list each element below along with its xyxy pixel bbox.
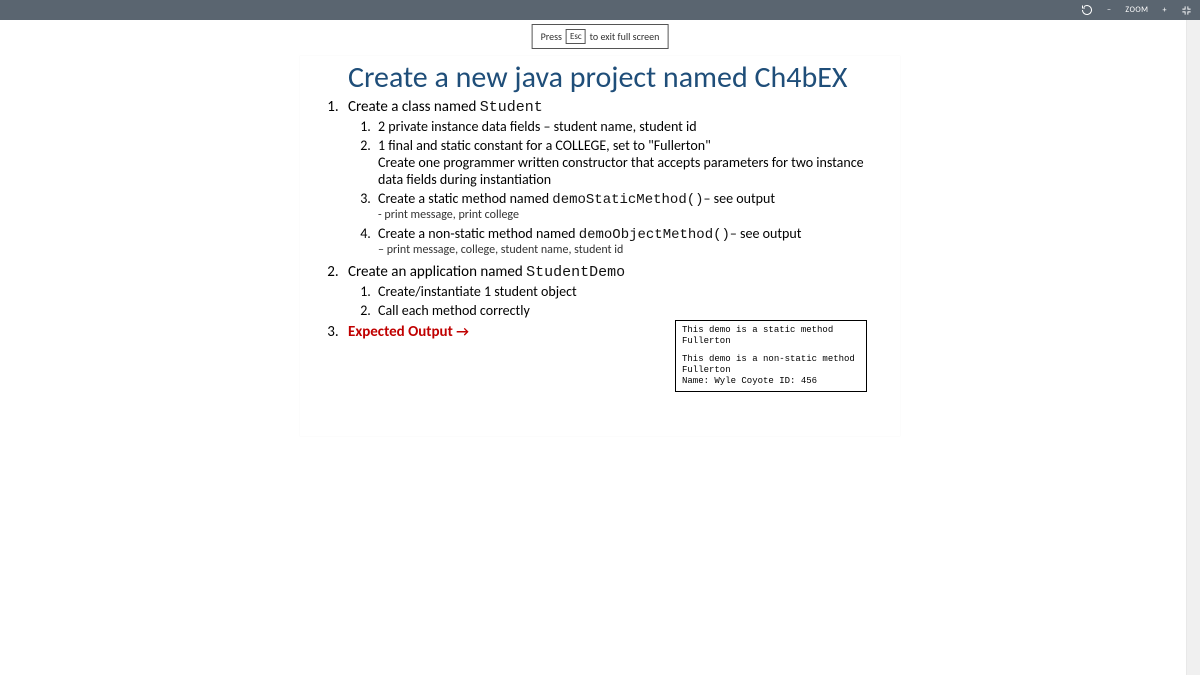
output-line: Name: Wyle Coyote ID: 456 [682, 376, 860, 387]
sub1-3code: demoStaticMethod() [552, 192, 703, 208]
arrow-right-icon: → [456, 323, 469, 340]
sublist-2: Create/instantiate 1 student object Call… [348, 283, 876, 319]
zoom-label: ZOOM [1125, 5, 1148, 15]
output-box: This demo is a static method Fullerton T… [675, 320, 867, 392]
item1-code: Student [480, 99, 543, 116]
item1-text: Create a class named [348, 98, 480, 116]
sub1-4a: Create a non-static method named [378, 225, 579, 242]
sub1-2: 1 final and static constant for a COLLEG… [374, 137, 876, 188]
sub1-3sub: - print message, print college [378, 208, 876, 224]
main-list: Create a class named Student 2 private i… [324, 98, 876, 341]
sub1-4: Create a non-static method named demoObj… [374, 225, 876, 259]
sub1-3: Create a static method named demoStaticM… [374, 190, 876, 224]
hint-rest: to exit full screen [590, 30, 660, 43]
topbar-controls: − ZOOM + [1081, 0, 1192, 20]
output-line: Fullerton [682, 365, 860, 376]
reload-icon[interactable] [1081, 4, 1093, 16]
sub1-2a: 1 final and static constant for a COLLEG… [378, 137, 711, 154]
sub1-1: 2 private instance data fields – student… [374, 118, 876, 135]
list-item-1: Create a class named Student 2 private i… [342, 98, 876, 259]
sublist-1: 2 private instance data fields – student… [348, 118, 876, 259]
item3-text: Expected Output [348, 323, 456, 341]
sub1-4sub: – print message, college, student name, … [378, 243, 876, 259]
hint-key: Esc [566, 29, 586, 44]
sub2-2: Call each method correctly [374, 302, 876, 319]
sub1-2b: Create one programmer written constructo… [378, 154, 864, 188]
output-line: This demo is a static method [682, 325, 860, 336]
slide-title: Create a new java project named Ch4bEX [324, 62, 876, 94]
scrollbar-track[interactable] [1186, 20, 1200, 675]
sub2-1: Create/instantiate 1 student object [374, 283, 876, 300]
hint-press: Press [541, 30, 562, 43]
sub1-4b: – see output [730, 225, 802, 242]
output-block-1: This demo is a static method Fullerton [682, 325, 860, 348]
fullscreen-exit-icon[interactable] [1181, 5, 1192, 16]
slide: Create a new java project named Ch4bEX C… [300, 56, 900, 436]
list-item-2: Create an application named StudentDemo … [342, 263, 876, 319]
output-line: Fullerton [682, 336, 860, 347]
sub1-3a: Create a static method named [378, 190, 552, 207]
output-line: This demo is a non-static method [682, 354, 860, 365]
zoom-plus[interactable]: + [1163, 5, 1167, 15]
zoom-minus[interactable]: − [1107, 5, 1111, 15]
sub1-3b: – see output [704, 190, 776, 207]
sub1-4code: demoObjectMethod() [579, 227, 730, 243]
esc-hint: Press Esc to exit full screen [532, 24, 669, 49]
item2-text: Create an application named [348, 263, 526, 281]
output-block-2: This demo is a non-static method Fullert… [682, 354, 860, 388]
window-topbar: − ZOOM + [0, 0, 1200, 20]
item2-code: StudentDemo [526, 264, 625, 281]
